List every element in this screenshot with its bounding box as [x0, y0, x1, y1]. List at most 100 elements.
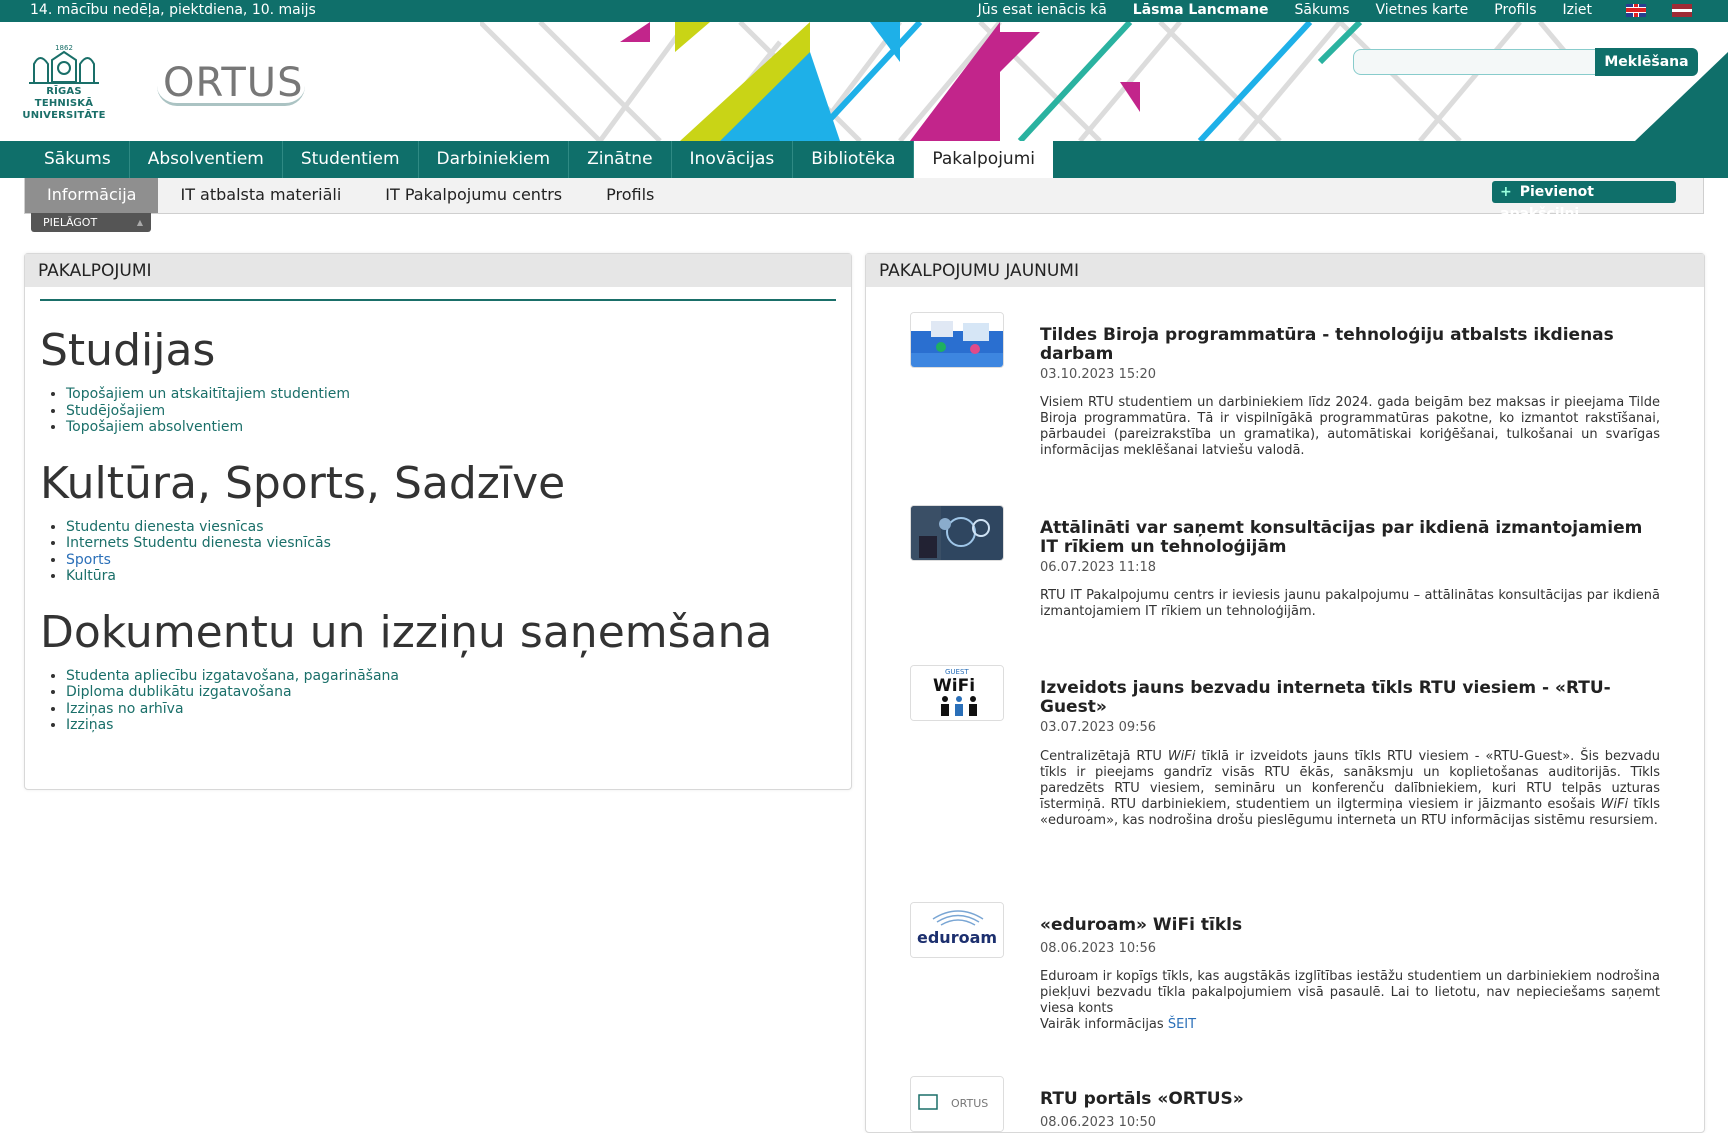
- nav-item-pakalpojumi[interactable]: Pakalpojumi: [914, 141, 1053, 178]
- svg-text:ORTUS: ORTUS: [951, 1097, 988, 1110]
- customize-button[interactable]: PIELĀGOT ▲: [31, 213, 151, 232]
- news-date: 03.10.2023 15:20: [1040, 367, 1157, 382]
- news-date: 08.06.2023 10:56: [1040, 941, 1157, 956]
- top-link-logout[interactable]: Iziet: [1563, 2, 1592, 18]
- rtu-logo[interactable]: 1862 RĪGAS TEHNISKĀ UNIVERSITĀTE: [16, 42, 112, 122]
- news-thumbnail[interactable]: [910, 505, 1004, 561]
- nav-item-absolventiem[interactable]: Absolventiem: [130, 141, 283, 178]
- news-thumbnail[interactable]: eduroam: [910, 902, 1004, 958]
- news-title[interactable]: Tildes Biroja programmatūra - tehnoloģij…: [1040, 326, 1660, 364]
- list-item: Topošajiem absolventiem: [66, 419, 836, 436]
- customize-label: PIELĀGOT: [43, 216, 98, 229]
- kultura-links: Studentu dienesta viesnīcas Internets St…: [66, 519, 836, 585]
- top-link-sitemap[interactable]: Vietnes karte: [1376, 2, 1469, 18]
- link-studenta-apliecibu[interactable]: Studenta apliecību izgatavošana, pagarin…: [66, 668, 399, 684]
- svg-text:eduroam: eduroam: [917, 928, 997, 947]
- section-heading-studijas: Studijas: [40, 325, 216, 376]
- list-item: Topošajiem un atskaitītajiem studentiem: [66, 386, 836, 403]
- top-link-profile[interactable]: Profils: [1494, 2, 1536, 18]
- latvian-flag-icon[interactable]: [1672, 3, 1692, 17]
- caret-up-icon: ▲: [136, 218, 143, 227]
- header-decoration: [480, 22, 1728, 141]
- svg-text:WiFi: WiFi: [933, 676, 975, 696]
- section-heading-kultura: Kultūra, Sports, Sadzīve: [40, 457, 566, 509]
- news-text: Visiem RTU studentiem un darbiniekiem lī…: [1040, 395, 1660, 458]
- nav-item-studentiem[interactable]: Studentiem: [283, 141, 419, 178]
- link-toposajiem-studentiem[interactable]: Topošajiem un atskaitītajiem studentiem: [66, 386, 350, 402]
- rtu-crest-icon: 1862: [29, 44, 99, 84]
- link-toposajiem-absolventiem[interactable]: Topošajiem absolventiem: [66, 419, 243, 435]
- studijas-links: Topošajiem un atskaitītajiem studentiem …: [66, 386, 836, 436]
- list-item: Studējošajiem: [66, 403, 836, 420]
- more-info-link[interactable]: ŠEIT: [1168, 1017, 1196, 1032]
- news-date: 03.07.2023 09:56: [1040, 720, 1157, 735]
- top-link-home[interactable]: Sākums: [1295, 2, 1350, 18]
- news-date: 06.07.2023 11:18: [1040, 560, 1157, 575]
- nav-item-darbiniekiem[interactable]: Darbiniekiem: [419, 141, 570, 178]
- top-bar-right: Jūs esat ienācis kā Lāsma Lancmane Sākums…: [952, 2, 1692, 18]
- news-title[interactable]: Izveidots jauns bezvadu interneta tīkls …: [1040, 679, 1660, 717]
- rtu-logo-line1: RĪGAS TEHNISKĀ: [34, 86, 94, 109]
- news-title[interactable]: Attālināti var saņemt konsultācijas par …: [1040, 519, 1660, 557]
- list-item: Studentu dienesta viesnīcas: [66, 519, 836, 536]
- link-izzinas[interactable]: Izziņas: [66, 717, 113, 733]
- link-studejosajiem[interactable]: Studējošajiem: [66, 403, 165, 419]
- list-item: Internets Studentu dienesta viesnīcās: [66, 535, 836, 552]
- guest-wifi-thumbnail-image: GUEST WiFi: [911, 666, 1003, 720]
- svg-text:GUEST: GUEST: [945, 668, 969, 676]
- news-thumbnail[interactable]: ORTUS: [910, 1076, 1004, 1132]
- list-item: Izziņas no arhīva: [66, 701, 836, 718]
- ortus-thumbnail-image: ORTUS: [911, 1077, 1003, 1131]
- services-panel-title: PAKALPOJUMI: [25, 254, 851, 287]
- language-switcher: [1600, 3, 1692, 17]
- tilde-thumbnail-image: [911, 313, 1003, 367]
- logged-in-label: Jūs esat ienācis kā: [977, 2, 1107, 18]
- user-name[interactable]: Lāsma Lancmane: [1133, 2, 1269, 18]
- list-item: Izziņas: [66, 717, 836, 734]
- plus-icon: +: [1500, 184, 1512, 200]
- news-thumbnail[interactable]: [910, 312, 1004, 368]
- site-header: 1862 RĪGAS TEHNISKĀ UNIVERSITĀTE ORTUS M…: [0, 22, 1728, 141]
- services-panel: PAKALPOJUMI Studijas Topošajiem un atska…: [24, 253, 852, 790]
- tab-informacija[interactable]: Informācija: [25, 178, 159, 213]
- tab-it-pakalpojumu-centrs[interactable]: IT Pakalpojumu centrs: [363, 178, 584, 213]
- link-kultura[interactable]: Kultūra: [66, 568, 116, 584]
- news-text: Centralizētajā RTU WiFi tīklā ir izveido…: [1040, 749, 1661, 828]
- consultation-thumbnail-image: [911, 506, 1003, 560]
- english-flag-icon[interactable]: [1626, 3, 1646, 17]
- tab-profils[interactable]: Profils: [584, 178, 676, 213]
- link-internets-viesnicas[interactable]: Internets Studentu dienesta viesnīcās: [66, 535, 331, 551]
- news-date: 08.06.2023 10:50: [1040, 1115, 1157, 1130]
- add-subtab-button[interactable]: + Pievienot apakšcilni: [1492, 181, 1676, 222]
- news-title[interactable]: RTU portāls «ORTUS»: [1040, 1090, 1660, 1109]
- divider: [40, 299, 836, 301]
- service-news-panel: PAKALPOJUMU JAUNUMI Tildes Biroja progra…: [865, 253, 1705, 1133]
- eduroam-thumbnail-image: eduroam: [911, 903, 1003, 957]
- nav-item-zinatne[interactable]: Zinātne: [569, 141, 672, 178]
- section-heading-dokumenti: Dokumentu un izziņu saņemšana: [40, 606, 773, 658]
- nav-item-biblioteka[interactable]: Bibliotēka: [793, 141, 915, 178]
- sub-navigation: Informācija IT atbalsta materiāli IT Pak…: [24, 178, 1704, 214]
- link-sports[interactable]: Sports: [66, 552, 111, 568]
- dokumenti-links: Studenta apliecību izgatavošana, pagarin…: [66, 668, 836, 734]
- week-date: 14. mācību nedēļa, piektdiena, 10. maijs: [30, 2, 316, 18]
- link-diploma-dublikatu[interactable]: Diploma dublikātu izgatavošana: [66, 684, 292, 700]
- nav-item-inovacijas[interactable]: Inovācijas: [672, 141, 794, 178]
- link-dienesta-viesnicas[interactable]: Studentu dienesta viesnīcas: [66, 519, 264, 535]
- top-bar: 14. mācību nedēļa, piektdiena, 10. maijs…: [0, 0, 1728, 22]
- services-content: Studijas Topošajiem un atskaitītajiem st…: [40, 299, 836, 734]
- ortus-logo-swoosh: [157, 86, 305, 106]
- news-thumbnail[interactable]: GUEST WiFi: [910, 665, 1004, 721]
- link-izzinas-no-arhiva[interactable]: Izziņas no arhīva: [66, 701, 184, 717]
- service-news-panel-title: PAKALPOJUMU JAUNUMI: [866, 254, 1704, 287]
- main-navigation: Sākums Absolventiem Studentiem Darbiniek…: [0, 141, 1728, 178]
- nav-item-sakums[interactable]: Sākums: [26, 141, 130, 178]
- list-item: Sports: [66, 552, 836, 569]
- ortus-logo[interactable]: ORTUS: [157, 60, 305, 106]
- news-title[interactable]: «eduroam» WiFi tīkls: [1040, 916, 1660, 935]
- search-button[interactable]: Meklēšana: [1595, 48, 1698, 76]
- tab-it-atbalsta-materiali[interactable]: IT atbalsta materiāli: [158, 178, 363, 213]
- rtu-logo-line2: UNIVERSITĀTE: [22, 110, 106, 121]
- list-item: Diploma dublikātu izgatavošana: [66, 684, 836, 701]
- search-input[interactable]: [1353, 49, 1597, 75]
